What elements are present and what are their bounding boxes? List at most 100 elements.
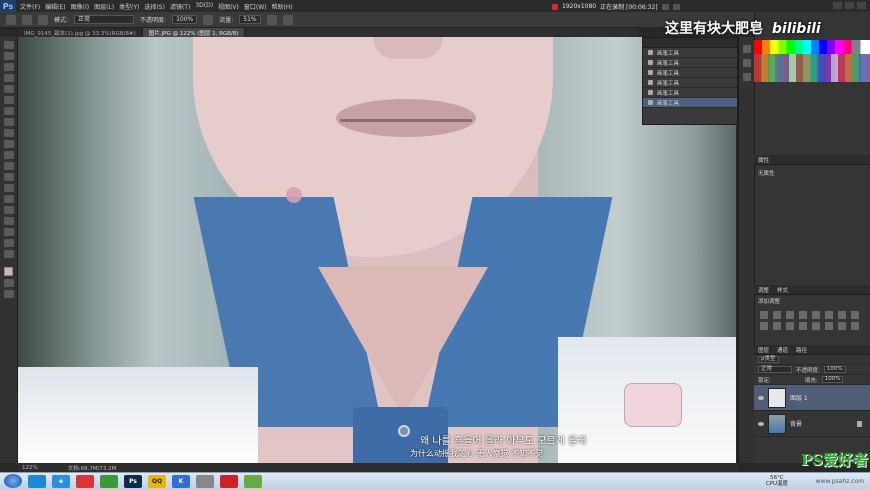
posterize-icon[interactable] (812, 322, 820, 330)
tab-styles[interactable]: 样式 (777, 286, 788, 294)
tab-document-2[interactable]: 图片.JPG @ 122% (图层 1, RGB/8) (142, 28, 246, 37)
document-canvas[interactable] (18, 37, 736, 463)
tab-paths[interactable]: 路径 (796, 346, 807, 354)
layer-kind-filter[interactable]: ρ类型 (758, 356, 779, 363)
marquee-tool-icon[interactable] (3, 52, 14, 60)
maximize-icon[interactable] (845, 2, 854, 9)
pressure-size-icon[interactable] (282, 14, 293, 25)
record-icon[interactable] (552, 3, 558, 10)
exposure-icon[interactable] (799, 311, 807, 319)
color-lookup-icon[interactable] (786, 322, 794, 330)
history-item-selected[interactable]: 画笔工具 (643, 98, 737, 108)
zoom-tool-icon[interactable] (3, 250, 14, 258)
browser-icon[interactable] (76, 474, 94, 488)
photo-filter-icon[interactable] (760, 322, 768, 330)
layer-row[interactable]: 图层 1 (754, 385, 870, 411)
lasso-tool-icon[interactable] (3, 63, 14, 71)
menu-edit[interactable]: 编辑(E) (45, 2, 65, 11)
menu-layer[interactable]: 图层(L) (94, 2, 114, 11)
start-button[interactable] (4, 474, 22, 488)
gradient-tool-icon[interactable] (3, 162, 14, 170)
history-item[interactable]: 画笔工具 (643, 78, 737, 88)
history-item[interactable]: 画笔工具 (643, 88, 737, 98)
threshold-icon[interactable] (825, 322, 833, 330)
flow-input[interactable]: 51% (239, 15, 261, 24)
menu-image[interactable]: 图像(I) (71, 2, 89, 11)
mode-select[interactable]: 正常 (74, 15, 135, 24)
layer-row[interactable]: 背景 (754, 411, 870, 437)
media-icon[interactable] (100, 474, 118, 488)
layer-opacity-input[interactable]: 100% (823, 366, 846, 373)
brush-tool-icon[interactable] (3, 118, 14, 126)
close-icon[interactable] (857, 2, 866, 9)
tab-layers[interactable]: 图层 (758, 346, 769, 354)
selective-color-icon[interactable] (851, 322, 859, 330)
menu-filter[interactable]: 滤镜(T) (170, 2, 190, 11)
eye-icon[interactable] (758, 421, 764, 426)
history-item[interactable]: 画笔工具 (643, 58, 737, 68)
kugou-icon[interactable]: K (172, 474, 190, 488)
game-icon[interactable] (244, 474, 262, 488)
tab-document-1[interactable]: IMG_9145_副本(1).jpg @ 33.3%(RGB/8#) (18, 28, 143, 37)
zoom-level[interactable]: 122% (22, 465, 38, 471)
curves-icon[interactable] (786, 311, 794, 319)
channel-mixer-icon[interactable] (773, 322, 781, 330)
app-icon[interactable] (196, 474, 214, 488)
menu-select[interactable]: 选择(S) (144, 2, 165, 11)
history-item[interactable]: 画笔工具 (643, 48, 737, 58)
brush-preset-icon[interactable] (22, 14, 32, 25)
blur-tool-icon[interactable] (3, 173, 14, 181)
minimize-icon[interactable] (833, 2, 842, 9)
history-item[interactable]: 画笔工具 (643, 68, 737, 78)
brush-tool-icon[interactable] (6, 14, 16, 25)
menu-window[interactable]: 窗口(W) (244, 2, 267, 11)
menu-file[interactable]: 文件(F) (20, 2, 40, 11)
pressure-opacity-icon[interactable] (203, 14, 214, 25)
explorer-icon[interactable] (28, 474, 46, 488)
shape-tool-icon[interactable] (3, 228, 14, 236)
black-white-icon[interactable] (851, 311, 859, 319)
recorder-icon[interactable] (220, 474, 238, 488)
stamp-tool-icon[interactable] (3, 129, 14, 137)
healing-tool-icon[interactable] (3, 107, 14, 115)
path-select-tool-icon[interactable] (3, 217, 14, 225)
quick-mask-icon[interactable] (3, 279, 14, 287)
swatches-panel[interactable] (754, 40, 870, 82)
invert-icon[interactable] (799, 322, 807, 330)
eraser-tool-icon[interactable] (3, 151, 14, 159)
blend-mode-select[interactable]: 正常 (758, 366, 792, 373)
stop-icon[interactable] (672, 3, 680, 10)
menu-view[interactable]: 视图(V) (218, 2, 239, 11)
dodge-tool-icon[interactable] (3, 184, 14, 192)
color-balance-icon[interactable] (838, 311, 846, 319)
opacity-input[interactable]: 100% (172, 15, 198, 24)
brush-panel-icon[interactable] (38, 14, 48, 25)
menu-type[interactable]: 类型(Y) (119, 2, 139, 11)
ie-icon[interactable]: e (52, 474, 70, 488)
gradient-map-icon[interactable] (838, 322, 846, 330)
pen-tool-icon[interactable] (3, 195, 14, 203)
brightness-icon[interactable] (760, 311, 768, 319)
fill-input[interactable]: 100% (821, 376, 844, 383)
vibrance-icon[interactable] (812, 311, 820, 319)
crop-tool-icon[interactable] (3, 85, 14, 93)
screen-mode-icon[interactable] (3, 290, 14, 298)
history-panel-icon[interactable] (742, 45, 751, 53)
tab-adjustments[interactable]: 调整 (758, 286, 769, 294)
hand-tool-icon[interactable] (3, 239, 14, 247)
move-tool-icon[interactable] (3, 41, 14, 49)
eye-icon[interactable] (758, 395, 764, 400)
levels-icon[interactable] (773, 311, 781, 319)
tab-channels[interactable]: 通道 (777, 346, 788, 354)
hue-saturation-icon[interactable] (825, 311, 833, 319)
photoshop-taskbar-icon[interactable]: Ps (124, 474, 142, 488)
foreground-color-swatch[interactable] (4, 267, 13, 276)
eyedropper-tool-icon[interactable] (3, 96, 14, 104)
airbrush-icon[interactable] (266, 14, 277, 25)
paragraph-panel-icon[interactable] (742, 73, 751, 81)
pause-icon[interactable] (661, 3, 669, 10)
menu-3d[interactable]: 3D(D) (195, 2, 213, 11)
qq-icon[interactable]: QQ (148, 474, 166, 488)
history-brush-tool-icon[interactable] (3, 140, 14, 148)
type-tool-icon[interactable] (3, 206, 14, 214)
